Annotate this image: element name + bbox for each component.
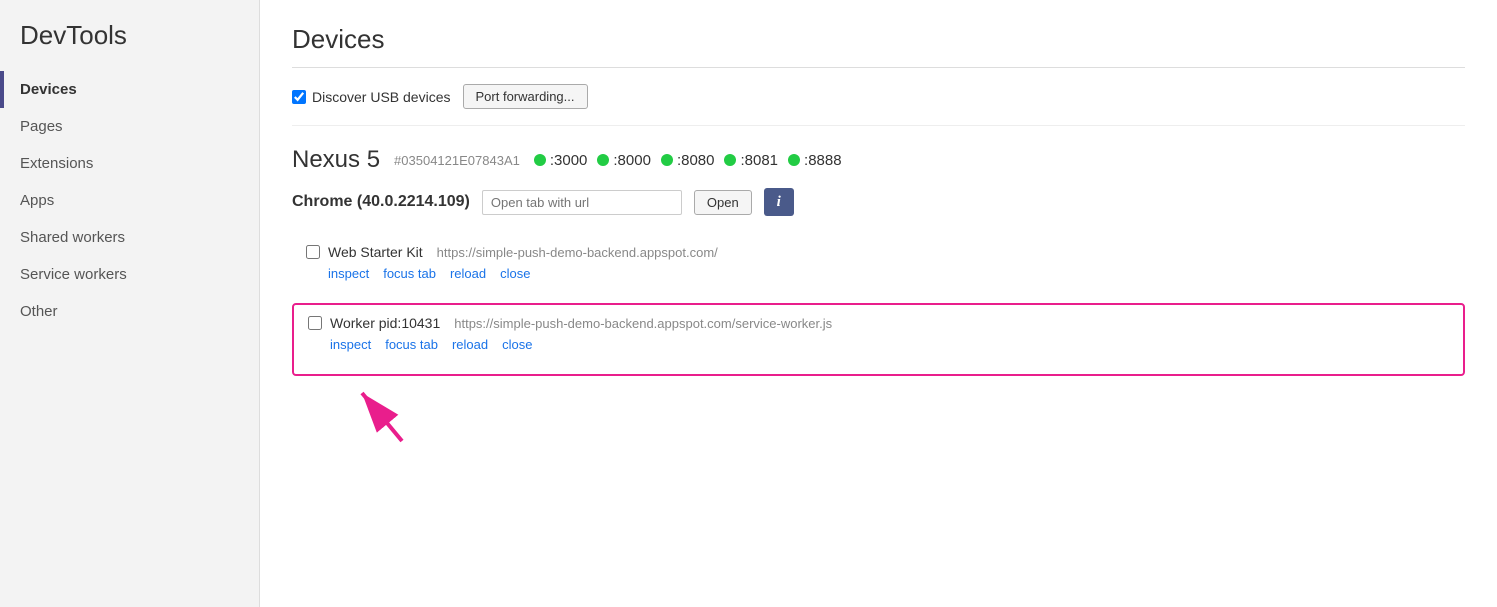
port-8081: :8081 [724, 152, 778, 169]
web-starter-kit-tab: Web Starter Kit https://simple-push-demo… [292, 234, 1465, 291]
worker-section: Worker pid:10431 https://simple-push-dem… [292, 303, 1465, 376]
sidebar-item-devices[interactable]: Devices [0, 71, 259, 108]
tab-url-web-starter: https://simple-push-demo-backend.appspot… [437, 245, 718, 260]
port-label-3000: :3000 [550, 152, 588, 169]
port-label-8888: :8888 [804, 152, 842, 169]
focus-tab-link-web-starter[interactable]: focus tab [383, 266, 436, 281]
worker-tab-header: Worker pid:10431 https://simple-push-dem… [308, 315, 1449, 331]
device-id: #03504121E07843A1 [394, 153, 520, 168]
sidebar-item-pages[interactable]: Pages [0, 108, 259, 145]
reload-link-worker[interactable]: reload [452, 337, 488, 352]
info-icon: i [777, 194, 781, 211]
port-status-dot-8081 [724, 154, 736, 166]
tab-actions-web-starter: inspect focus tab reload close [328, 266, 1451, 281]
worker-tab-url: https://simple-push-demo-backend.appspot… [454, 316, 832, 331]
port-8888: :8888 [788, 152, 842, 169]
open-tab-button[interactable]: Open [694, 190, 752, 215]
close-link-web-starter[interactable]: close [500, 266, 530, 281]
discover-usb-checkbox[interactable] [292, 90, 306, 104]
worker-tab-actions: inspect focus tab reload close [330, 337, 1449, 352]
port-label-8080: :8080 [677, 152, 715, 169]
worker-tab: Worker pid:10431 https://simple-push-dem… [294, 305, 1463, 362]
open-tab-url-input[interactable] [482, 190, 682, 215]
tab-name-web-starter: Web Starter Kit [328, 244, 423, 260]
port-label-8000: :8000 [613, 152, 651, 169]
close-link-worker[interactable]: close [502, 337, 532, 352]
device-name: Nexus 5 [292, 146, 380, 174]
inspect-link-web-starter[interactable]: inspect [328, 266, 369, 281]
port-status-dot-8000 [597, 154, 609, 166]
port-status-dot-8888 [788, 154, 800, 166]
info-button[interactable]: i [764, 188, 794, 216]
port-group: :3000 :8000 :8080 :8081 :8888 [534, 152, 842, 169]
port-status-dot-3000 [534, 154, 546, 166]
worker-highlighted-box: Worker pid:10431 https://simple-push-dem… [292, 303, 1465, 376]
sidebar-item-service-workers[interactable]: Service workers [0, 256, 259, 293]
port-8080: :8080 [661, 152, 715, 169]
port-status-dot-8080 [661, 154, 673, 166]
port-8000: :8000 [597, 152, 651, 169]
port-3000: :3000 [534, 152, 588, 169]
sidebar-title: DevTools [0, 20, 259, 71]
tab-checkbox-web-starter[interactable] [306, 245, 320, 259]
reload-link-web-starter[interactable]: reload [450, 266, 486, 281]
sidebar-item-other[interactable]: Other [0, 293, 259, 330]
tab-checkbox-worker[interactable] [308, 316, 322, 330]
discover-usb-label[interactable]: Discover USB devices [292, 89, 451, 105]
chrome-label: Chrome (40.0.2214.109) [292, 193, 470, 211]
sidebar: DevTools Devices Pages Extensions Apps S… [0, 0, 260, 607]
page-title: Devices [292, 24, 1465, 68]
focus-tab-link-worker[interactable]: focus tab [385, 337, 438, 352]
toolbar-row: Discover USB devices Port forwarding... [292, 84, 1465, 126]
sidebar-item-shared-workers[interactable]: Shared workers [0, 219, 259, 256]
arrow-annotation [352, 373, 432, 446]
port-label-8081: :8081 [740, 152, 778, 169]
tab-item-header: Web Starter Kit https://simple-push-demo… [306, 244, 1451, 260]
worker-tab-name: Worker pid:10431 [330, 315, 440, 331]
chrome-row: Chrome (40.0.2214.109) Open i [292, 188, 1465, 216]
discover-usb-text: Discover USB devices [312, 89, 451, 105]
sidebar-item-apps[interactable]: Apps [0, 182, 259, 219]
sidebar-item-extensions[interactable]: Extensions [0, 145, 259, 182]
port-forwarding-button[interactable]: Port forwarding... [463, 84, 588, 109]
main-content: Devices Discover USB devices Port forwar… [260, 0, 1497, 607]
device-header: Nexus 5 #03504121E07843A1 :3000 :8000 :8… [292, 146, 1465, 174]
inspect-link-worker[interactable]: inspect [330, 337, 371, 352]
